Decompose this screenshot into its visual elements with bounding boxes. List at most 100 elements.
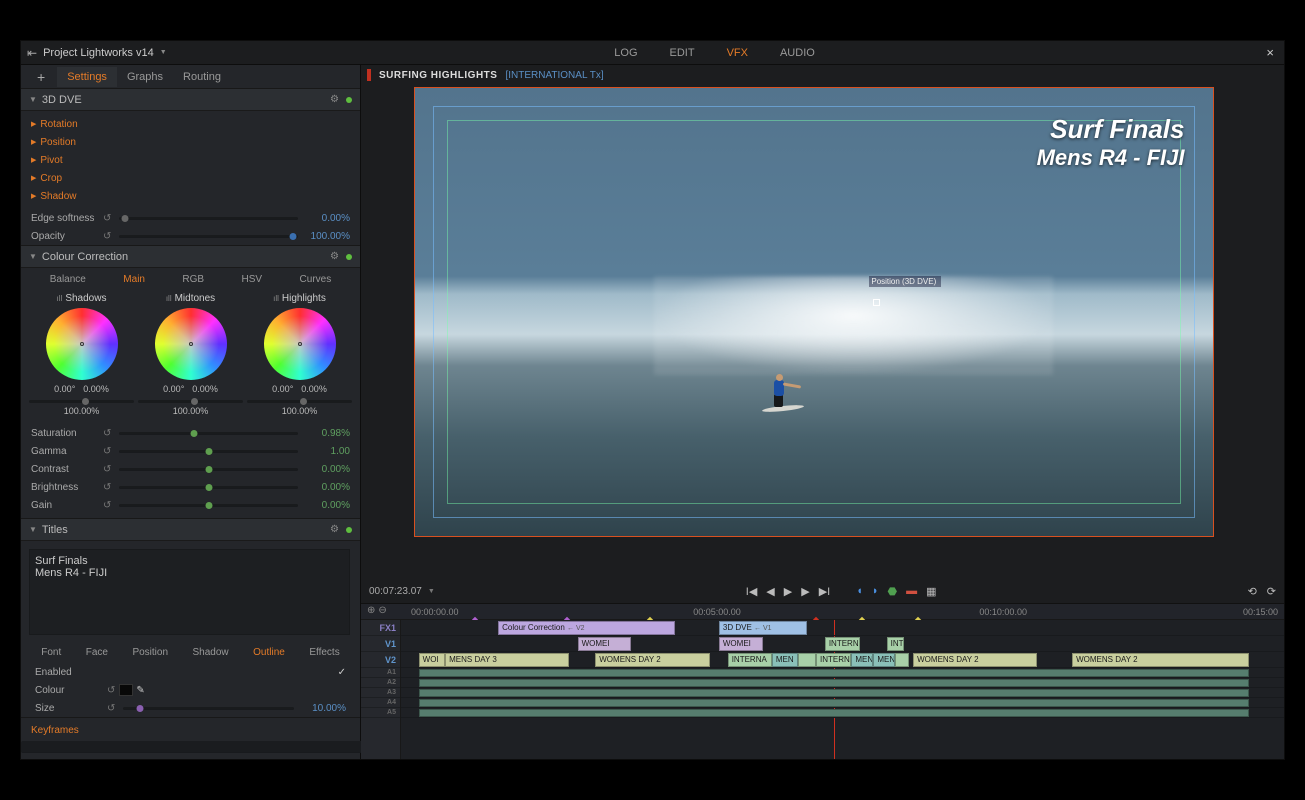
step-back-button[interactable]: ◀ [766,585,774,598]
mode-tab-log[interactable]: LOG [606,43,645,63]
clip[interactable]: MEN [851,653,873,667]
color-wheel-highlights[interactable] [264,308,336,380]
audio-clip[interactable] [419,679,1249,687]
prop-group-crop[interactable]: ▶Crop [31,173,62,184]
clip[interactable]: WOMEI [578,637,631,651]
preview-viewport[interactable]: Surf Finals Mens R4 - FIJI Position (3D … [414,87,1214,537]
title-dropdown-icon[interactable]: ▼ [160,49,167,56]
slider-gamma[interactable]: Gamma↺1.00 [21,442,360,460]
section-header-cc[interactable]: ▼ Colour Correction ⚙ [21,246,360,268]
titles-tab-outline[interactable]: Outline [248,644,290,661]
cc-tab-main[interactable]: Main [117,272,151,287]
track-a4[interactable] [401,698,1284,708]
reset-icon[interactable]: ↺ [103,500,111,511]
track-a5[interactable] [401,708,1284,718]
enabled-indicator[interactable] [346,527,352,533]
color-wheel-shadows[interactable] [46,308,118,380]
master-slider-shadows[interactable] [29,400,134,403]
cc-tab-curves[interactable]: Curves [294,272,338,287]
eyedropper-icon[interactable]: ✎ [136,685,144,696]
titles-tab-effects[interactable]: Effects [304,644,344,661]
position-gizmo-icon[interactable] [873,299,880,306]
clip[interactable]: WOI [419,653,445,667]
clip[interactable]: INTERN [825,637,860,651]
track-fx1[interactable]: Colour Correction ← V23D DVE ← V1 [401,620,1284,636]
clip[interactable]: WOMENS DAY 2 [1072,653,1249,667]
prop-group-shadow[interactable]: ▶Shadow [31,191,77,202]
slider-saturation[interactable]: Saturation↺0.98% [21,424,360,442]
reset-icon[interactable]: ↺ [103,482,111,493]
clip[interactable]: INTERNA [728,653,772,667]
gear-icon[interactable]: ⚙ [330,94,339,105]
track-a2[interactable] [401,678,1284,688]
clip[interactable]: 3D DVE ← V1 [719,621,807,635]
titles-text-input[interactable] [29,549,350,635]
track-label-v1[interactable]: V1 [361,636,400,652]
loop-in-button[interactable]: ⟲ [1248,585,1257,598]
enabled-indicator[interactable] [346,254,352,260]
tracks-area[interactable]: Colour Correction ← V23D DVE ← V1WOMEI WO… [401,620,1284,759]
track-label-a2[interactable]: A2 [361,678,400,688]
cc-tab-hsv[interactable]: HSV [236,272,269,287]
cc-tab-rgb[interactable]: RGB [176,272,210,287]
track-v2[interactable]: WOIMENS DAY 3WOMENS DAY 2INTERNAMENINTER… [401,652,1284,668]
track-a3[interactable] [401,688,1284,698]
titles-enabled-row[interactable]: Enabled ✓ [25,663,356,681]
track-label-v2[interactable]: V2 [361,652,400,668]
mode-tab-vfx[interactable]: VFX [719,43,756,63]
slider-edge-softness[interactable]: Edge softness ↺ 0.00% [21,209,360,227]
color-wheel-midtones[interactable] [155,308,227,380]
clip[interactable]: WOMENS DAY 2 [913,653,1037,667]
master-slider-midtones[interactable] [138,400,243,403]
back-icon[interactable]: ⇤ [27,46,37,60]
add-effect-button[interactable]: + [27,69,55,85]
slider-brightness[interactable]: Brightness↺0.00% [21,478,360,496]
clip[interactable] [895,653,908,667]
panel-tab-routing[interactable]: Routing [173,67,231,87]
timecode-display[interactable]: 00:07:23.07 [369,586,422,597]
project-title[interactable]: Project Lightworks v14 [43,47,154,59]
reset-icon[interactable]: ↺ [103,464,111,475]
titles-tab-font[interactable]: Font [36,644,66,661]
clip[interactable]: WOMENS DAY 2 [595,653,710,667]
section-header-3d-dve[interactable]: ▼ 3D DVE ⚙ [21,89,360,111]
reset-icon[interactable]: ↺ [103,231,111,242]
prop-group-pivot[interactable]: ▶Pivot [31,155,63,166]
gear-icon[interactable]: ⚙ [330,524,339,535]
slider-contrast[interactable]: Contrast↺0.00% [21,460,360,478]
track-a1[interactable] [401,668,1284,678]
reset-icon[interactable]: ↺ [107,685,115,696]
title-overlay[interactable]: Surf Finals Mens R4 - FIJI [1037,114,1185,171]
panel-tab-settings[interactable]: Settings [57,67,117,87]
prop-group-position[interactable]: ▶Position [31,137,76,148]
audio-clip[interactable] [419,689,1249,697]
mode-tab-audio[interactable]: AUDIO [772,43,823,63]
slider-titles-size[interactable]: Size ↺ 10.00% [25,699,356,717]
gear-icon[interactable]: ⚙ [330,251,339,262]
titles-colour-row[interactable]: Colour ↺ ✎ [25,681,356,699]
audio-clip[interactable] [419,699,1249,707]
timeline-ruler[interactable]: ⊕ ⊖ 00:00:00.00 00:05:00.00 00:10:00.00 … [361,604,1284,620]
clip[interactable]: WOMEI [719,637,763,651]
clip[interactable]: MENS DAY 3 [445,653,569,667]
reset-icon[interactable]: ↺ [103,428,111,439]
reset-icon[interactable]: ↺ [103,446,111,457]
track-label-a4[interactable]: A4 [361,698,400,708]
mark-out-button[interactable]: ◗ [872,585,879,597]
clip[interactable]: INTERNA [816,653,851,667]
timecode-dropdown-icon[interactable]: ▼ [428,588,435,595]
zoom-out-icon[interactable]: ⊖ [378,605,386,616]
goto-start-button[interactable]: I◀ [746,585,758,598]
track-label-a1[interactable]: A1 [361,668,400,678]
reset-icon[interactable]: ↺ [103,213,111,224]
window-close-button[interactable]: × [1262,45,1278,60]
enabled-indicator[interactable] [346,97,352,103]
checkbox-checked-icon[interactable]: ✓ [338,667,346,678]
marker-button[interactable]: ⬣ [888,585,898,598]
mark-in-button[interactable]: ◖ [856,585,863,597]
step-fwd-button[interactable]: ▶ [801,585,809,598]
slider-opacity[interactable]: Opacity ↺ 100.00% [21,227,360,245]
clip[interactable]: MEN [873,653,895,667]
grid-toggle-icon[interactable]: ▦ [926,585,936,598]
track-label-fx1[interactable]: FX1 [361,620,400,636]
